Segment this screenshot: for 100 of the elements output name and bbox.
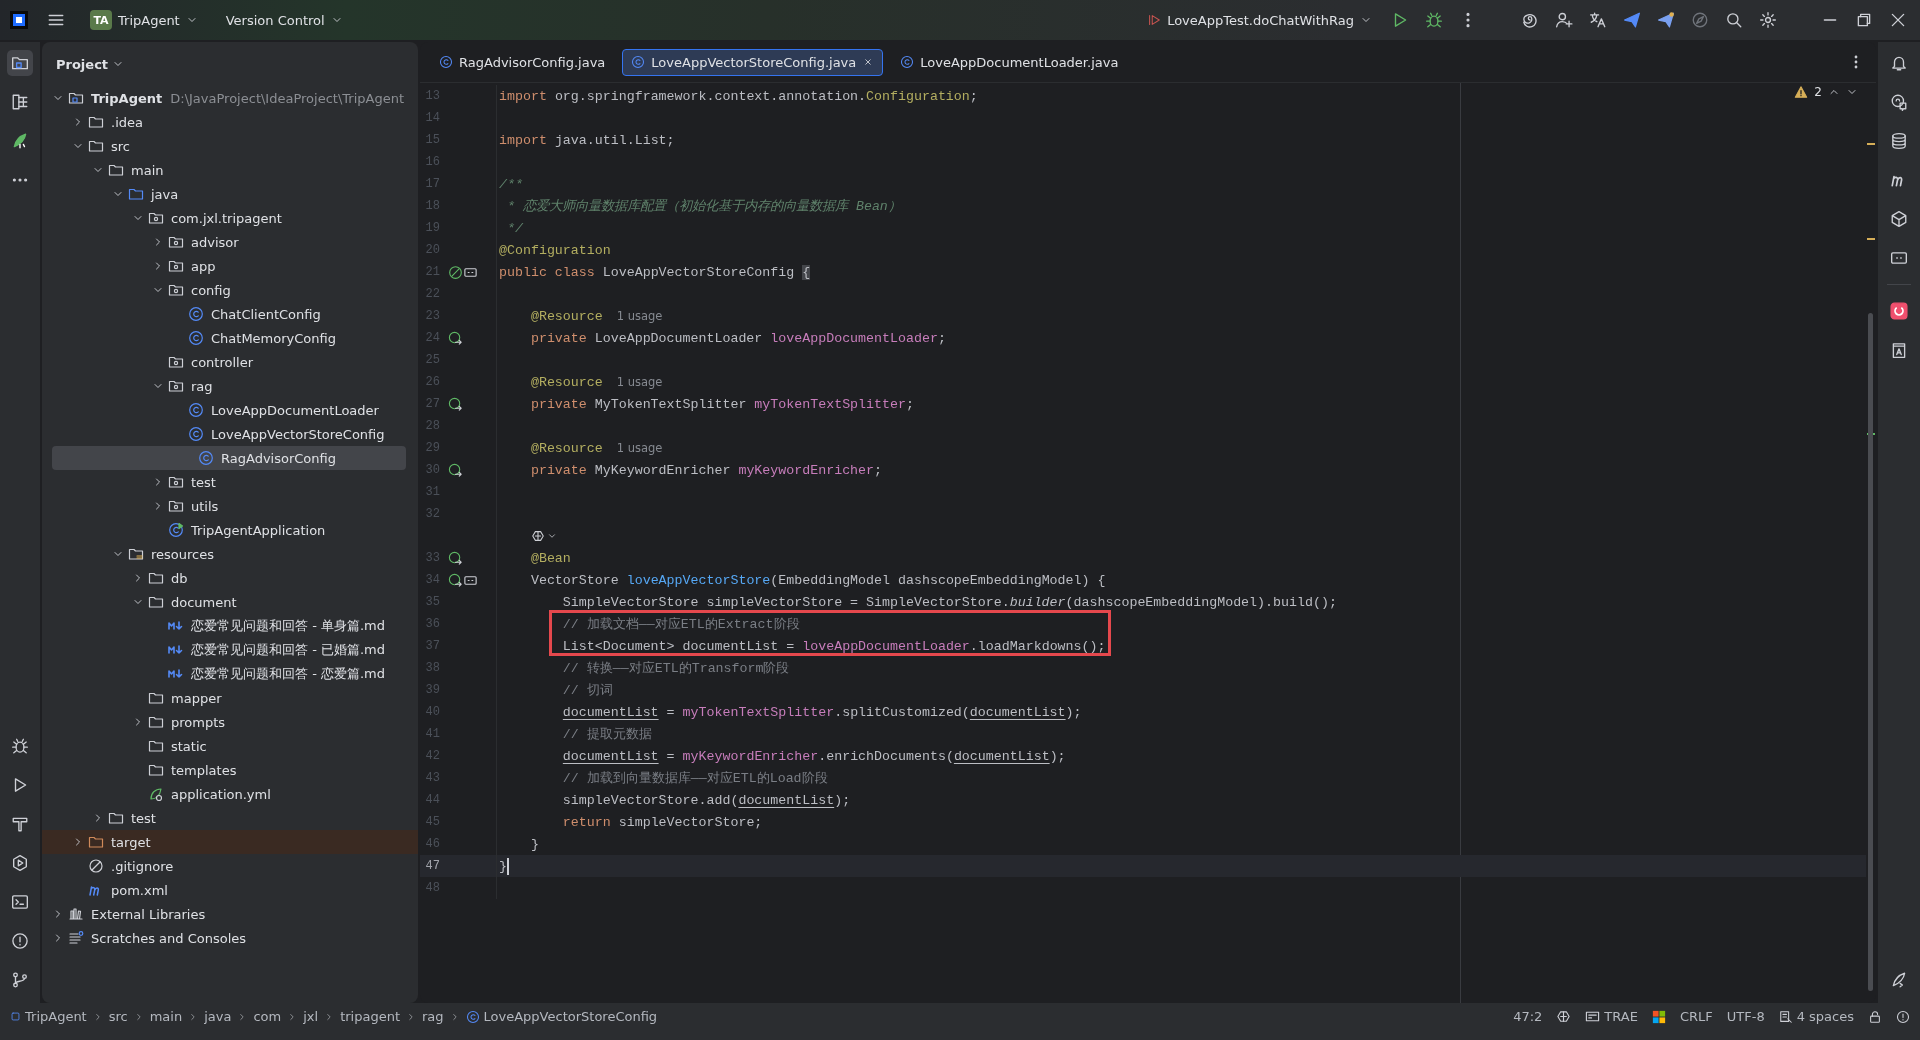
breadcrumb[interactable]: src bbox=[108, 1009, 128, 1024]
vcs-menu[interactable]: Version Control bbox=[217, 7, 351, 33]
run-config-selector[interactable]: LoveAppTest.doChatWithRag bbox=[1139, 7, 1380, 33]
tree-item[interactable]: pom.xml bbox=[42, 878, 418, 902]
code-line: SimpleVectorStore simpleVectorStore = SimpleVectorStore.builder(dashscopeEmbeddingModel).build(); bbox=[561, 594, 1337, 610]
caret-position[interactable]: 47:2 bbox=[1513, 1009, 1543, 1024]
usage-hint: 1 usage bbox=[616, 375, 663, 389]
tree-item[interactable]: db bbox=[42, 566, 418, 590]
tree-item[interactable]: mapper bbox=[42, 686, 418, 710]
tree-item[interactable]: resources bbox=[42, 542, 418, 566]
tree-item[interactable]: 恋爱常见问题和回答 - 已婚篇.md bbox=[42, 638, 418, 662]
tree-item[interactable]: test bbox=[42, 470, 418, 494]
code-line: List<Document> documentList = loveAppDocumentLoader.loadMarkdowns(); bbox=[561, 638, 1106, 654]
file-encoding[interactable]: UTF-8 bbox=[1726, 1009, 1765, 1024]
package-icon bbox=[168, 354, 184, 370]
tree-item[interactable]: advisor bbox=[42, 230, 418, 254]
line-number: 47 bbox=[424, 859, 440, 873]
folder-icon bbox=[88, 138, 104, 154]
class-icon bbox=[168, 522, 184, 538]
code-line: private LoveAppDocumentLoader loveAppDocumentLoader; bbox=[529, 330, 946, 346]
folder-icon bbox=[128, 186, 144, 202]
usage-hint: 1 usage bbox=[616, 309, 663, 323]
tree-item[interactable]: Scratches and Consoles bbox=[42, 926, 418, 950]
tree-item[interactable]: src bbox=[42, 134, 418, 158]
tree-item[interactable]: test bbox=[42, 806, 418, 830]
code-line: @Resource bbox=[529, 308, 603, 324]
package-icon bbox=[168, 234, 184, 250]
tree-item[interactable]: config bbox=[42, 278, 418, 302]
class-icon bbox=[439, 55, 453, 69]
class-icon bbox=[465, 1009, 480, 1024]
app-logo-icon bbox=[10, 11, 28, 29]
tree-item[interactable]: TripAgent D:\JavaProject\IdeaProject\TripAgent bbox=[42, 86, 418, 110]
code-line: return simpleVectorStore; bbox=[561, 814, 763, 830]
tree-item[interactable]: TripAgentApplication bbox=[42, 518, 418, 542]
folder-icon bbox=[148, 738, 164, 754]
code-line: } bbox=[529, 836, 539, 852]
breadcrumb[interactable]: main bbox=[149, 1009, 183, 1024]
tree-item[interactable]: prompts bbox=[42, 710, 418, 734]
class-icon bbox=[188, 402, 204, 418]
panel-title: Project bbox=[56, 56, 109, 72]
libraries-icon bbox=[68, 906, 84, 922]
inlay-hint[interactable] bbox=[530, 529, 557, 543]
code-line: /** bbox=[499, 176, 523, 192]
tree-item[interactable]: app bbox=[42, 254, 418, 278]
resources-folder-icon bbox=[128, 546, 144, 562]
tree-item[interactable]: External Libraries bbox=[42, 902, 418, 926]
breadcrumb[interactable]: LoveAppVectorStoreConfig bbox=[465, 1009, 658, 1024]
tree-item[interactable]: main bbox=[42, 158, 418, 182]
code-line: @Bean bbox=[529, 550, 571, 566]
tree-item[interactable]: utils bbox=[42, 494, 418, 518]
editor-tab[interactable]: LoveAppVectorStoreConfig.java bbox=[622, 48, 884, 76]
excluded-tree-item[interactable]: target bbox=[42, 830, 418, 854]
folder-icon bbox=[88, 114, 104, 130]
project-switcher[interactable]: TA TripAgent bbox=[82, 5, 206, 35]
breadcrumb[interactable]: rag bbox=[422, 1009, 444, 1024]
tree-item[interactable]: .gitignore bbox=[42, 854, 418, 878]
tree-item[interactable]: static bbox=[42, 734, 418, 758]
breadcrumb[interactable]: java bbox=[204, 1009, 232, 1024]
editor-tab[interactable]: LoveAppDocumentLoader.java bbox=[891, 48, 1128, 76]
tree-item[interactable]: ChatClientConfig bbox=[42, 302, 418, 326]
ignore-icon bbox=[88, 858, 104, 874]
tree-item[interactable]: application.yml bbox=[42, 782, 418, 806]
tree-item[interactable]: rag bbox=[42, 374, 418, 398]
class-icon bbox=[900, 55, 915, 69]
tree-item[interactable]: ChatMemoryConfig bbox=[42, 326, 418, 350]
line-separator[interactable]: CRLF bbox=[1679, 1009, 1713, 1024]
tree-item[interactable]: controller bbox=[42, 350, 418, 374]
tree-item[interactable]: document bbox=[42, 590, 418, 614]
package-icon bbox=[168, 474, 184, 490]
selected-tree-item[interactable]: RagAdvisorConfig bbox=[52, 446, 406, 470]
tree-item[interactable]: java bbox=[42, 182, 418, 206]
package-icon bbox=[168, 258, 184, 274]
tree-item[interactable]: 恋爱常见问题和回答 - 恋爱篇.md bbox=[42, 662, 418, 686]
code-line: documentList = myTokenTextSplitter.splitCustomized(documentList); bbox=[561, 704, 1082, 720]
windows-icon[interactable] bbox=[1651, 1009, 1666, 1024]
warning-count: 2 bbox=[1814, 85, 1822, 99]
editor-tab[interactable]: RagAdvisorConfig.java bbox=[430, 48, 615, 76]
folder-icon[interactable] bbox=[7, 50, 33, 76]
code-line: import org.springframework.context.annotation.Configuration; bbox=[499, 88, 978, 104]
tree-item[interactable]: templates bbox=[42, 758, 418, 782]
breadcrumb[interactable]: tripagent bbox=[340, 1009, 400, 1024]
ai-status[interactable]: TRAE bbox=[1585, 1009, 1638, 1024]
problems-icon[interactable] bbox=[1896, 1009, 1910, 1024]
breadcrumb[interactable]: jxl bbox=[303, 1009, 319, 1024]
breadcrumb[interactable]: com bbox=[253, 1009, 282, 1024]
project-badge: TA bbox=[90, 10, 112, 30]
code-line: @Configuration bbox=[499, 242, 611, 258]
tree-item[interactable]: LoveAppDocumentLoader bbox=[42, 398, 418, 422]
indent-setting[interactable]: 4 spaces bbox=[1778, 1009, 1854, 1024]
code-line: documentList = myKeywordEnricher.enrichDocuments(documentList); bbox=[561, 748, 1066, 764]
tree-item[interactable]: LoveAppVectorStoreConfig bbox=[42, 422, 418, 446]
tree-item[interactable]: .idea bbox=[42, 110, 418, 134]
folder-icon bbox=[148, 594, 164, 610]
tree-item[interactable]: 恋爱常见问题和回答 - 单身篇.md bbox=[42, 614, 418, 638]
lock-icon[interactable] bbox=[1868, 1009, 1882, 1024]
panel-title-button[interactable]: Project bbox=[50, 55, 131, 73]
breadcrumb[interactable]: TripAgent bbox=[10, 1009, 87, 1024]
tree-item[interactable]: com.jxl.tripagent bbox=[42, 206, 418, 230]
code-line: simpleVectorStore.add(documentList); bbox=[561, 792, 851, 808]
code-line: // 加载文档——对应ETL的Extract阶段 bbox=[561, 616, 800, 633]
